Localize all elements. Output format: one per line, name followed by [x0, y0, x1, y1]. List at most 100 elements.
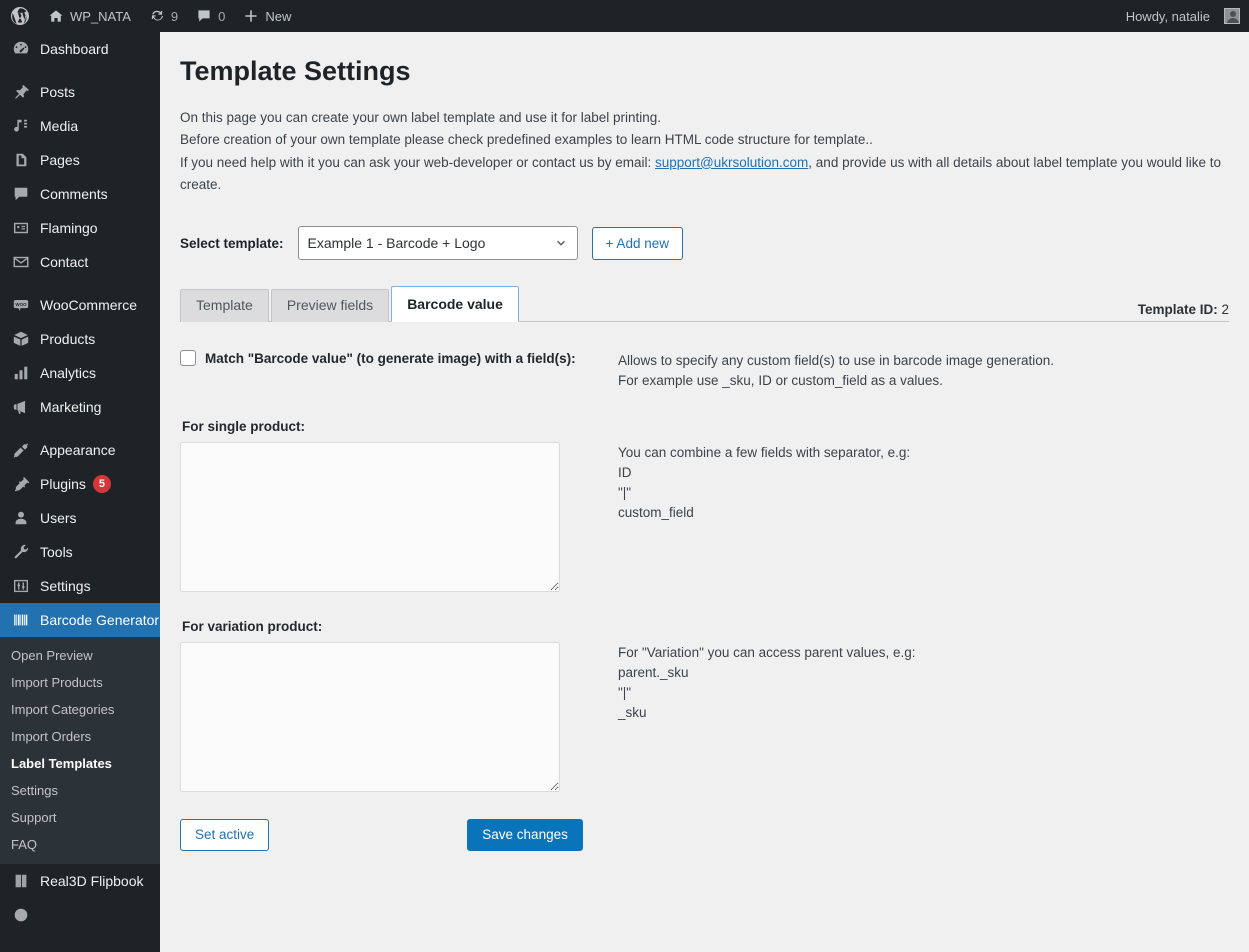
sidebar-item-label: Products	[40, 331, 96, 347]
save-changes-button[interactable]: Save changes	[467, 818, 583, 851]
variation-product-label: For variation product:	[182, 618, 323, 634]
submenu-item-label-templates[interactable]: Label Templates	[0, 750, 160, 777]
plus-icon	[243, 8, 259, 24]
single-help-line-3: "|"	[618, 485, 632, 501]
set-active-button[interactable]: Set active	[180, 818, 270, 851]
sidebar-item-dashboard[interactable]: Dashboard	[0, 32, 160, 66]
admin-bar: WP_NATA 9 0 New Howdy, natalie	[0, 0, 1249, 32]
match-help-line-2: For example use _sku, ID or custom_field…	[618, 373, 943, 389]
sidebar-item-flamingo[interactable]: Flamingo	[0, 211, 160, 245]
sidebar-item-tools[interactable]: Tools	[0, 535, 160, 569]
support-email-link[interactable]: support@ukrsolution.com	[655, 155, 808, 170]
sidebar-item-woocommerce[interactable]: WOO WooCommerce	[0, 288, 160, 322]
match-barcode-value-checkbox[interactable]	[180, 350, 196, 367]
submenu-item-import-products[interactable]: Import Products	[0, 669, 160, 696]
panel-actions: Set active Save changes	[180, 818, 1229, 851]
sidebar-item-products[interactable]: Products	[0, 322, 160, 356]
sidebar-item-users[interactable]: Users	[0, 501, 160, 535]
sidebar-item-plugins[interactable]: Plugins 5	[0, 467, 160, 501]
sidebar-item-label: Contact	[40, 254, 89, 270]
sidebar-item-pages[interactable]: Pages	[0, 143, 160, 177]
template-id: Template ID: 2	[1138, 302, 1229, 317]
sidebar-item-appearance[interactable]: Appearance	[0, 433, 160, 467]
intro-line-3-before: If you need help with it you can ask you…	[180, 154, 656, 170]
sidebar-item-contact[interactable]: Contact	[0, 245, 160, 279]
add-new-template-button[interactable]: + Add new	[591, 226, 683, 260]
submenu-item-import-orders[interactable]: Import Orders	[0, 723, 160, 750]
sidebar-item-label: Comments	[40, 186, 108, 202]
intro-line-2: Before creation of your own template ple…	[180, 132, 873, 148]
paintbrush-icon	[11, 440, 31, 460]
box-icon	[11, 329, 31, 349]
sidebar-item-label: Analytics	[40, 365, 97, 381]
sidebar-item-label: Plugins	[40, 476, 86, 492]
match-field-left: Match "Barcode value" (to generate image…	[180, 350, 600, 392]
sidebar-item-label: Users	[40, 510, 77, 526]
sidebar-item-settings[interactable]: Settings	[0, 569, 160, 603]
template-select[interactable]: Example 1 - Barcode + Logo	[297, 226, 578, 261]
page-intro: On this page you can create your own lab…	[180, 107, 1229, 196]
book-icon	[11, 871, 31, 891]
site-name-menu[interactable]: WP_NATA	[39, 0, 140, 32]
sidebar-item-partial-next[interactable]	[0, 898, 160, 932]
template-select-row: Select template: Example 1 - Barcode + L…	[180, 226, 1229, 261]
tab-template[interactable]: Template	[180, 289, 269, 323]
tab-barcode-value[interactable]: Barcode value	[391, 286, 519, 323]
sidebar-item-posts[interactable]: Posts	[0, 75, 160, 109]
comments-menu[interactable]: 0	[187, 0, 234, 32]
single-product-left: For single product:	[180, 419, 600, 597]
site-name-label: WP_NATA	[70, 8, 131, 24]
circle-icon	[11, 905, 31, 925]
wordpress-logo-menu[interactable]	[0, 0, 39, 32]
sidebar-separator	[0, 279, 160, 288]
sidebar-item-real3d-flipbook[interactable]: Real3D Flipbook	[0, 864, 160, 898]
variation-help-line-1: For "Variation" you can access parent va…	[618, 644, 916, 660]
bar-chart-icon	[11, 363, 31, 383]
sidebar-item-label: Marketing	[40, 399, 102, 415]
sidebar-item-media[interactable]: Media	[0, 109, 160, 143]
admin-sidebar-menu: Dashboard Posts Media Pages Comments Fla…	[0, 32, 160, 952]
sidebar-item-marketing[interactable]: Marketing	[0, 390, 160, 424]
my-account-menu[interactable]: Howdy, natalie	[1117, 0, 1249, 32]
wrench-icon	[11, 542, 31, 562]
tab-preview-fields[interactable]: Preview fields	[270, 289, 390, 323]
envelope-icon	[11, 252, 31, 272]
variation-help-line-3: "|"	[618, 685, 632, 701]
submenu-item-settings[interactable]: Settings	[0, 777, 160, 804]
dashboard-icon	[11, 39, 31, 59]
sidebar-item-analytics[interactable]: Analytics	[0, 356, 160, 390]
comment-bubble-icon	[11, 184, 31, 204]
intro-line-3: If you need help with it you can ask you…	[180, 152, 1229, 197]
megaphone-icon	[11, 397, 31, 417]
sidebar-item-label: Posts	[40, 84, 76, 100]
barcode-icon	[11, 610, 31, 630]
match-barcode-value-label[interactable]: Match "Barcode value" (to generate image…	[205, 351, 576, 366]
sidebar-separator	[0, 424, 160, 433]
variation-product-textarea[interactable]	[180, 641, 560, 792]
match-barcode-value-checkbox-row[interactable]: Match "Barcode value" (to generate image…	[180, 350, 600, 367]
pin-icon	[11, 82, 31, 102]
barcode-generator-submenu: Open Preview Import Products Import Cate…	[0, 637, 160, 864]
sidebar-item-label: Appearance	[40, 442, 116, 458]
home-icon	[48, 8, 64, 24]
sidebar-item-label: Pages	[40, 152, 80, 168]
submenu-item-faq[interactable]: FAQ	[0, 831, 160, 858]
sidebar-item-label: Barcode Generator	[40, 612, 160, 628]
new-content-menu[interactable]: New	[234, 0, 300, 32]
variation-product-help: For "Variation" you can access parent va…	[600, 619, 916, 797]
match-field-row: Match "Barcode value" (to generate image…	[180, 350, 1229, 392]
template-id-value: 2	[1221, 302, 1229, 318]
sliders-icon	[11, 576, 31, 596]
sidebar-item-comments[interactable]: Comments	[0, 177, 160, 211]
sidebar-item-barcode-generator[interactable]: Barcode Generator	[0, 603, 160, 637]
updates-menu[interactable]: 9	[140, 0, 187, 32]
sidebar-item-label: Flamingo	[40, 220, 98, 236]
single-product-row: For single product: You can combine a fe…	[180, 419, 1229, 597]
submenu-item-open-preview[interactable]: Open Preview	[0, 642, 160, 669]
single-product-textarea[interactable]	[180, 441, 560, 592]
submenu-item-import-categories[interactable]: Import Categories	[0, 696, 160, 723]
sidebar-item-label: WooCommerce	[40, 297, 137, 313]
media-icon	[11, 116, 31, 136]
page-title: Template Settings	[180, 56, 411, 86]
submenu-item-support[interactable]: Support	[0, 804, 160, 831]
